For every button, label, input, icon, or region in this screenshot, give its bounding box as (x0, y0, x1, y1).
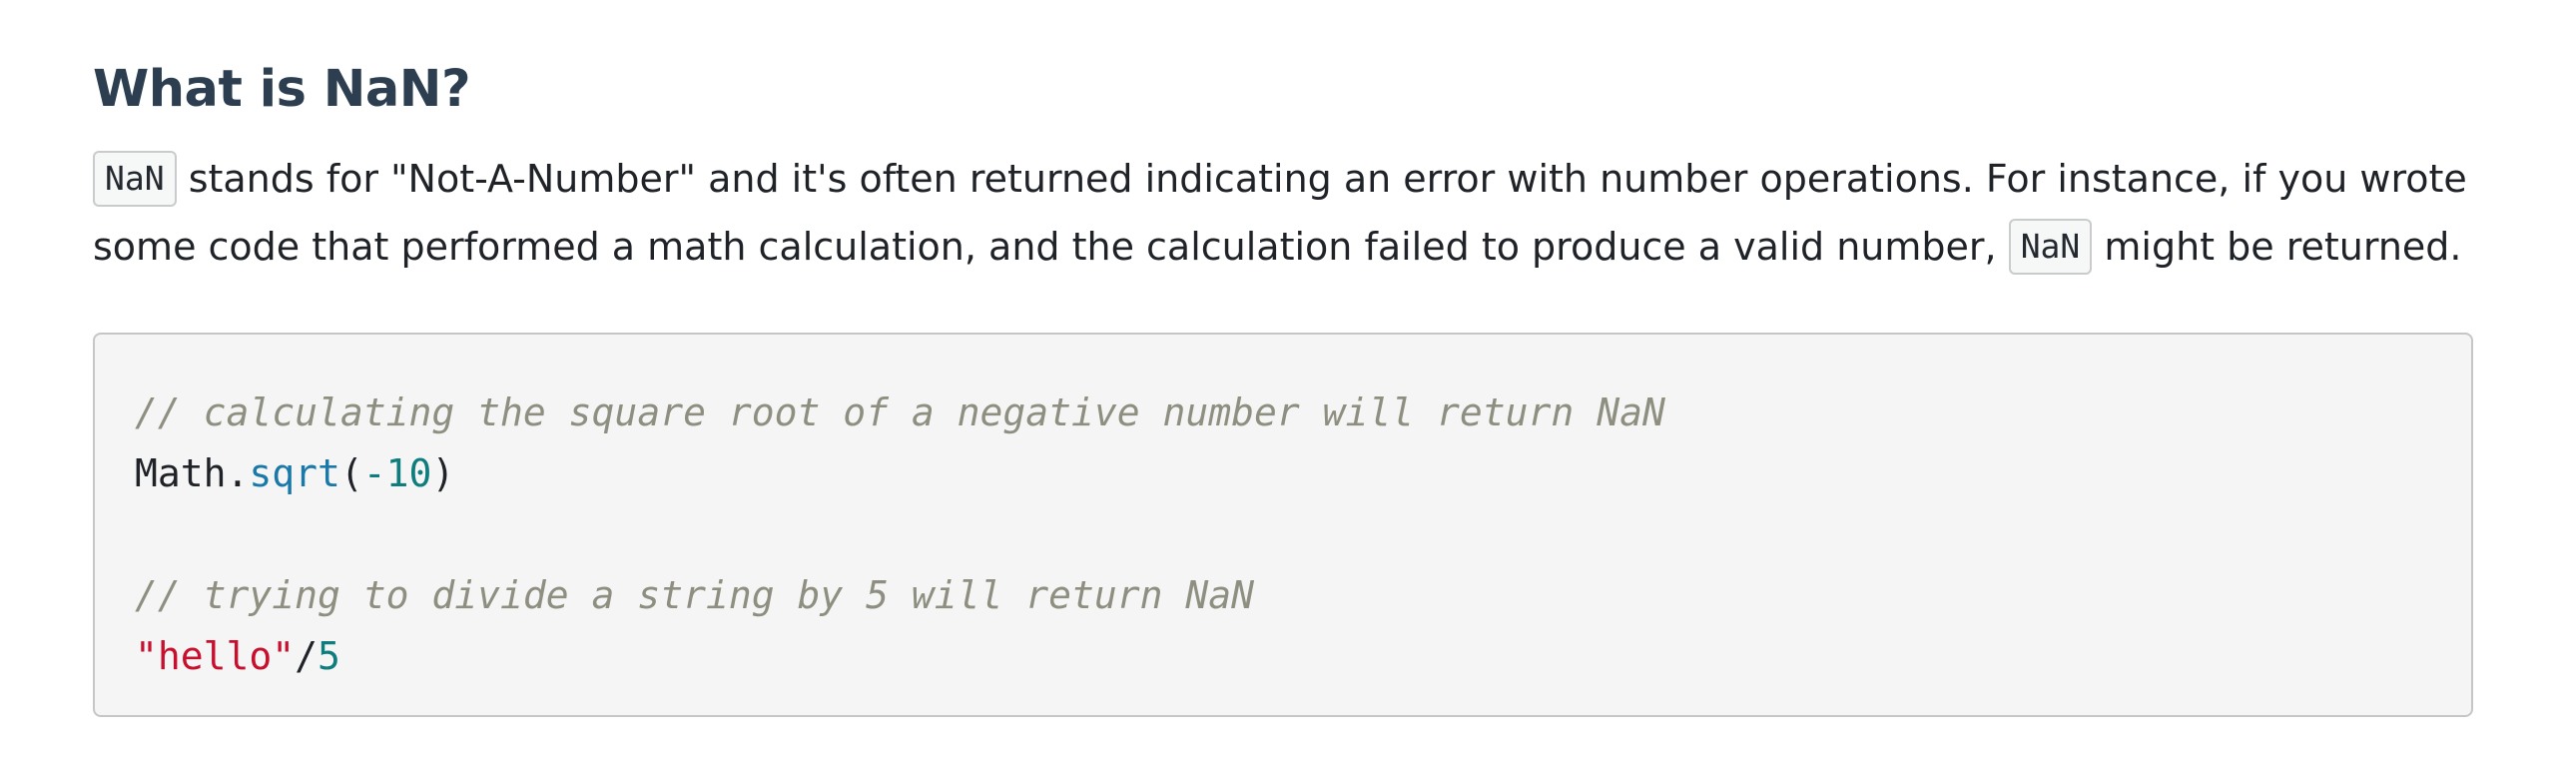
code-comment: // calculating the square root of a nega… (135, 390, 1665, 434)
code-object: Math. (135, 451, 250, 495)
code-line-4: // trying to divide a string by 5 will r… (135, 565, 1665, 626)
code-comment: // trying to divide a string by 5 will r… (135, 573, 1255, 617)
paragraph-line-2: some code that performed a math calculat… (93, 213, 2479, 281)
code-operator: / (295, 634, 319, 678)
code-number: 5 (318, 634, 340, 678)
paragraph-line-1: NaN stands for "Not-A-Number" and it's o… (93, 145, 2479, 213)
code-paren-open: ( (339, 451, 363, 495)
code-line-2: Math.sqrt(-10) (135, 443, 1665, 504)
code-paren-close: ) (431, 451, 455, 495)
code-line-1: // calculating the square root of a nega… (135, 382, 1665, 443)
explanation-paragraph: NaN stands for "Not-A-Number" and it's o… (93, 145, 2479, 281)
code-content: // calculating the square root of a nega… (135, 382, 1665, 687)
code-line-5: "hello"/5 (135, 626, 1665, 687)
code-line-3 (135, 504, 1665, 565)
code-string: "hello" (135, 634, 296, 678)
paragraph-text: stands for "Not-A-Number" and it's often… (176, 157, 2467, 201)
code-block[interactable]: // calculating the square root of a nega… (93, 333, 2473, 717)
inline-code-nan: NaN (93, 151, 177, 207)
paragraph-text: some code that performed a math calculat… (93, 225, 2009, 269)
paragraph-text: might be returned. (2092, 225, 2462, 269)
inline-code-nan: NaN (2008, 219, 2093, 275)
code-number: -10 (362, 451, 432, 495)
code-method: sqrt (249, 451, 340, 495)
section-heading: What is NaN? (93, 60, 471, 119)
